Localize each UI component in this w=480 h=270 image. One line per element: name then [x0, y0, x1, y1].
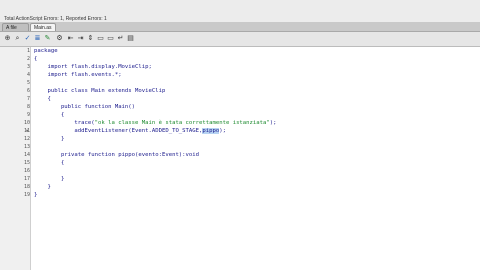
code-text: import flash.events.*;: [34, 72, 122, 78]
find-icon[interactable]: ⌕: [13, 34, 22, 43]
string-literal: "ok la classe Main è stata correttamente…: [94, 120, 270, 126]
line-number: 16: [23, 168, 30, 174]
code-line: 3 import flash.display.MovieClip;: [0, 63, 480, 71]
line-number: 12: [23, 136, 30, 142]
debug-icon[interactable]: ⚙: [55, 34, 64, 43]
script-toolbar: ⊕ ⌕ ✓ ≣ ✎ ⚙ ⇤ ⇥ ⇕ ▭ ▭ ↵ ▤: [0, 32, 480, 47]
code-text: {: [34, 160, 65, 166]
line-number: 7: [26, 96, 30, 102]
code-line: 5: [0, 79, 480, 87]
code-text: {: [34, 112, 65, 118]
code-text: }: [34, 192, 38, 198]
code-line: 7 {: [0, 95, 480, 103]
code-text: import flash.display.MovieClip;: [34, 64, 152, 70]
tab-file[interactable]: A file: [2, 23, 29, 31]
code-token: addEventListener(Event.ADDED_TO_STAGE,: [34, 128, 203, 134]
target-icon[interactable]: ⊕: [3, 34, 12, 43]
code-line: 6 public class Main extends MovieClip: [0, 87, 480, 95]
code-token: );: [219, 128, 226, 134]
line-number: 8: [26, 104, 30, 110]
tab-bar: A file Main.as: [0, 22, 480, 32]
check-syntax-icon[interactable]: ✓: [23, 34, 32, 43]
line-number: 3: [26, 64, 30, 70]
code-text: trace("ok la classe Main è stata corrett…: [34, 119, 277, 127]
code-token: trace(: [34, 120, 95, 126]
code-line: 13: [0, 143, 480, 151]
code-line: 18 }: [0, 183, 480, 191]
line-number: 2: [26, 56, 30, 62]
code-line: 12 }: [0, 135, 480, 143]
code-text: }: [34, 176, 65, 182]
code-line: 8 public function Main(): [0, 103, 480, 111]
code-line: 1 package: [0, 47, 480, 55]
code-line: 9 {: [0, 111, 480, 119]
code-line: 15 {: [0, 159, 480, 167]
wrap-icon[interactable]: ↵: [116, 34, 125, 43]
code-text: {: [34, 56, 38, 62]
code-line: 10 trace("ok la classe Main è stata corr…: [0, 119, 480, 127]
line-number: 14: [23, 152, 30, 158]
code-text: package: [34, 48, 58, 54]
code-text: }: [34, 136, 65, 142]
tab-main-as[interactable]: Main.as: [30, 23, 56, 31]
code-text: public function Main(): [34, 104, 136, 110]
format-code-icon[interactable]: ≣: [33, 34, 42, 43]
selected-text[interactable]: pippo: [202, 128, 220, 134]
line-number: 5: [26, 80, 30, 86]
line-number: 15: [23, 160, 30, 166]
code-line: 14 private function pippo(evento:Event):…: [0, 151, 480, 159]
code-line: 2{: [0, 55, 480, 63]
comment-icon[interactable]: ▭: [96, 34, 105, 43]
code-line: 11 ▼ addEventListener(Event.ADDED_TO_STAG…: [0, 127, 480, 135]
line-number: 1: [26, 48, 30, 54]
code-line: 4 import flash.events.*;: [0, 71, 480, 79]
code-line: 17 }: [0, 175, 480, 183]
help-icon[interactable]: ▤: [126, 34, 135, 43]
code-text: public class Main extends MovieClip: [34, 88, 166, 94]
code-token: );: [269, 120, 277, 126]
editor-right-margin: [462, 47, 480, 270]
collapse-all-icon[interactable]: ⇕: [86, 34, 95, 43]
line-number: 9: [26, 112, 30, 118]
code-line: 16: [0, 167, 480, 175]
line-number: 6: [26, 88, 30, 94]
code-text: private function pippo(evento:Event):voi…: [34, 152, 200, 158]
status-bar: Total ActionScript Errors: 1, Reported E…: [0, 0, 480, 23]
line-number: 4: [26, 72, 30, 78]
code-text: addEventListener(Event.ADDED_TO_STAGE,pi…: [34, 127, 226, 135]
uncomment-icon[interactable]: ▭: [106, 34, 115, 43]
code-text: }: [34, 184, 51, 190]
line-number: 19: [23, 192, 30, 198]
code-text: {: [34, 96, 51, 102]
code-hint-icon[interactable]: ✎: [43, 34, 52, 43]
line-number: 17: [23, 176, 30, 182]
error-marker-icon: ▼: [26, 128, 29, 133]
collapse-icon[interactable]: ⇤: [66, 34, 75, 43]
expand-icon[interactable]: ⇥: [76, 34, 85, 43]
line-number: 18: [23, 184, 30, 190]
tab-label: A file: [6, 25, 17, 31]
line-number: 10: [23, 120, 30, 126]
code-editor[interactable]: 1 package 2{ 3 import flash.display.Movie…: [0, 47, 480, 270]
tab-label: Main.as: [34, 25, 52, 31]
code-line: 19}: [0, 191, 480, 199]
line-number: 13: [23, 144, 30, 150]
